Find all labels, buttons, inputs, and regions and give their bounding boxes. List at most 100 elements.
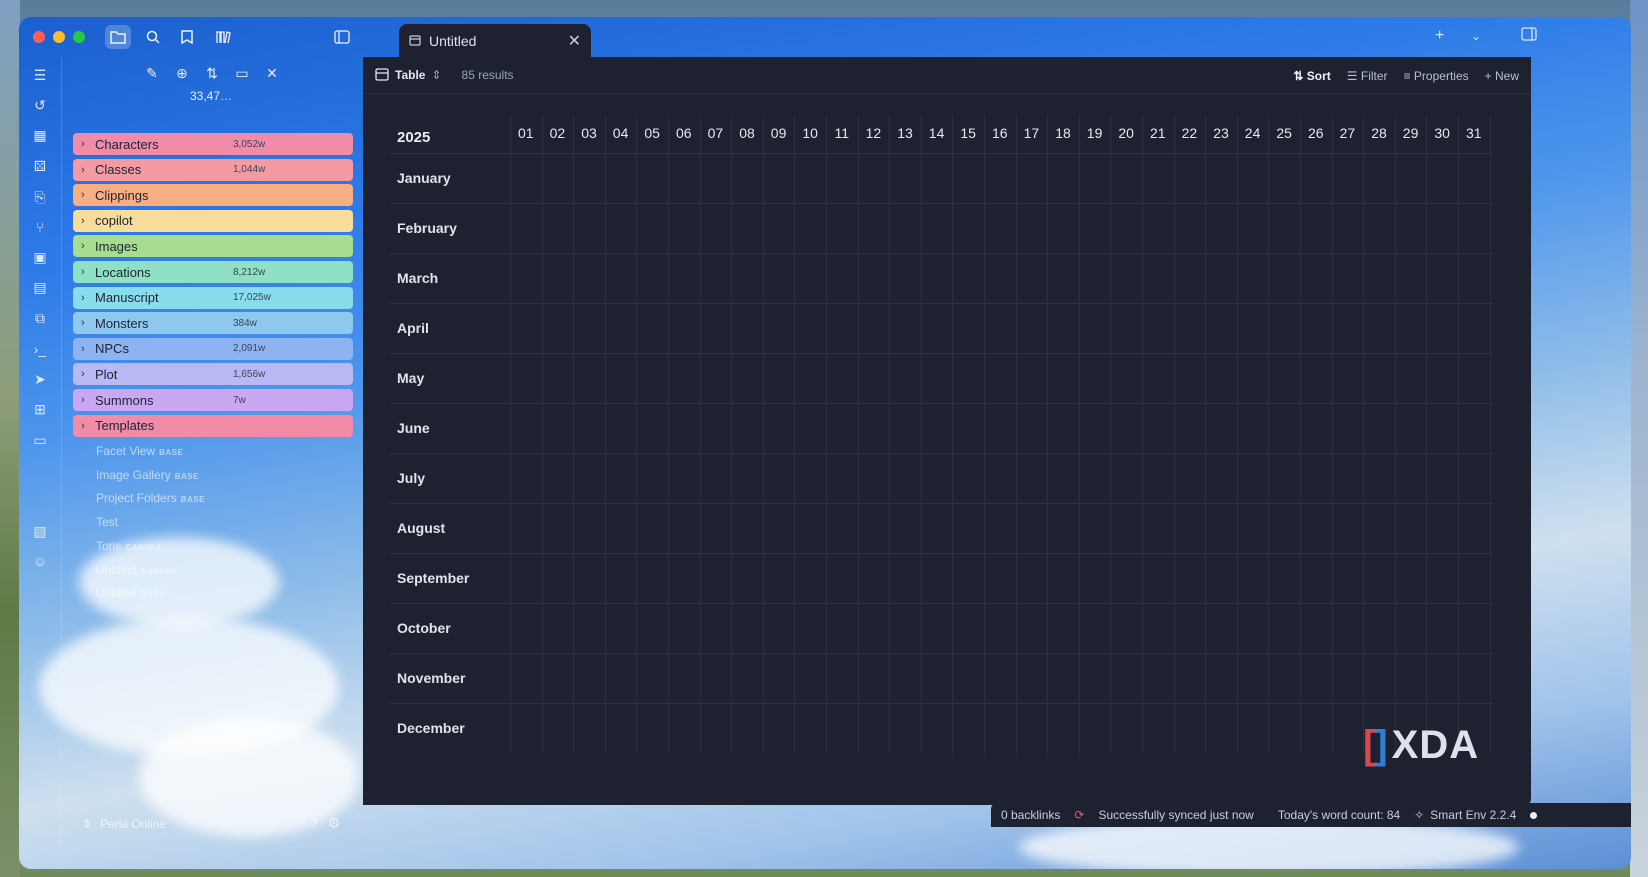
properties-button[interactable]: ≡ Properties — [1404, 69, 1469, 83]
month-row-label[interactable]: November — [397, 670, 465, 686]
month-row-label[interactable]: May — [397, 370, 424, 386]
folder-item[interactable]: › Images — [73, 235, 353, 258]
day-column-header[interactable]: 13 — [889, 125, 921, 141]
day-column-header[interactable]: 25 — [1268, 125, 1300, 141]
folder-item[interactable]: › Plot 1,656w — [73, 363, 353, 386]
day-column-header[interactable]: 19 — [1079, 125, 1111, 141]
zoom-window-button[interactable] — [73, 31, 85, 43]
vault-switcher[interactable]: ⇕ Perla Online — [82, 817, 166, 831]
day-column-header[interactable]: 02 — [542, 125, 574, 141]
day-column-header[interactable]: 09 — [763, 125, 795, 141]
document-search-icon[interactable]: ⎘ — [30, 187, 50, 207]
new-folder-icon[interactable]: ⊕ — [172, 63, 192, 83]
folder-item[interactable]: › copilot — [73, 209, 353, 232]
filter-button[interactable]: ☰ Filter — [1347, 69, 1388, 83]
file-item[interactable]: Image Gallery BASE — [96, 468, 199, 482]
month-row-label[interactable]: July — [397, 470, 425, 486]
day-column-header[interactable]: 20 — [1110, 125, 1142, 141]
day-column-header[interactable]: 16 — [984, 125, 1016, 141]
grid-icon[interactable]: ▣ — [30, 247, 50, 267]
file-item[interactable]: Project Folders BASE — [96, 491, 205, 505]
day-column-header[interactable]: 12 — [858, 125, 890, 141]
file-item[interactable]: Facet View BASE — [96, 444, 183, 458]
day-column-header[interactable]: 07 — [700, 125, 732, 141]
table-icon[interactable]: ⊞ — [30, 399, 50, 419]
new-button[interactable]: + New — [1485, 69, 1519, 83]
folder-item[interactable]: › Clippings — [73, 184, 353, 207]
right-sidebar-toggle-icon[interactable] — [1521, 27, 1537, 46]
month-row-label[interactable]: June — [397, 420, 430, 436]
folder-item[interactable]: › Monsters 384w — [73, 312, 353, 335]
file-item[interactable]: Untitled CANVAS — [96, 563, 177, 577]
folder-item[interactable]: › Templates — [73, 414, 353, 437]
day-column-header[interactable]: 22 — [1174, 125, 1206, 141]
file-item[interactable]: Test — [96, 515, 122, 529]
copy-icon[interactable]: ⧉ — [30, 308, 50, 328]
chat-icon[interactable]: ▭ — [30, 430, 50, 450]
map-icon[interactable]: ▦ — [30, 125, 50, 145]
dice-icon[interactable]: ⚄ — [30, 156, 50, 176]
sidebar-toggle-icon[interactable] — [329, 25, 355, 49]
day-column-header[interactable]: 27 — [1332, 125, 1364, 141]
sort-button[interactable]: ⇅ Sort — [1293, 69, 1330, 83]
day-column-header[interactable]: 21 — [1142, 125, 1174, 141]
collapse-all-icon[interactable]: ▭ — [232, 63, 252, 83]
sync-icon[interactable]: ⟳ — [1074, 808, 1084, 822]
sort-icon[interactable]: ⇅ — [202, 63, 222, 83]
folder-item[interactable]: › Locations 8,212w — [73, 261, 353, 283]
graph-icon[interactable]: ⑂ — [30, 217, 50, 237]
day-column-header[interactable]: 30 — [1426, 125, 1458, 141]
day-column-header[interactable]: 26 — [1300, 125, 1332, 141]
tab-untitled[interactable]: Untitled ✕ — [399, 24, 591, 58]
terminal-icon[interactable]: ›_ — [30, 339, 50, 359]
smile-icon[interactable]: ☺ — [30, 551, 50, 571]
day-column-header[interactable]: 17 — [1016, 125, 1048, 141]
month-row-label[interactable]: October — [397, 620, 451, 636]
day-column-header[interactable]: 10 — [794, 125, 826, 141]
day-column-header[interactable]: 18 — [1047, 125, 1079, 141]
send-icon[interactable]: ➤ — [30, 369, 50, 389]
day-column-header[interactable]: 24 — [1237, 125, 1269, 141]
day-column-header[interactable]: 01 — [510, 125, 542, 141]
day-column-header[interactable]: 05 — [636, 125, 668, 141]
day-column-header[interactable]: 11 — [826, 125, 858, 141]
day-column-header[interactable]: 23 — [1205, 125, 1237, 141]
folder-icon[interactable] — [105, 25, 131, 49]
month-row-label[interactable]: December — [397, 720, 465, 736]
chart-icon[interactable]: ▧ — [30, 521, 50, 541]
month-row-label[interactable]: September — [397, 570, 469, 586]
close-icon[interactable]: ✕ — [568, 31, 581, 51]
view-selector[interactable]: Table ⇕ — [375, 67, 442, 84]
new-tab-icon[interactable]: + — [1435, 27, 1444, 45]
chevron-down-icon[interactable]: ⌄ — [1471, 29, 1481, 43]
day-column-header[interactable]: 15 — [952, 125, 984, 141]
search-icon[interactable] — [140, 25, 166, 49]
history-icon[interactable]: ↺ — [30, 95, 50, 115]
month-row-label[interactable]: August — [397, 520, 445, 536]
backlinks-status[interactable]: 0 backlinks — [1001, 808, 1060, 822]
day-column-header[interactable]: 14 — [921, 125, 953, 141]
new-note-icon[interactable]: ✎ — [142, 63, 162, 83]
smart-env-status[interactable]: Smart Env 2.2.4 — [1430, 808, 1516, 822]
day-column-header[interactable]: 28 — [1363, 125, 1395, 141]
folder-item[interactable]: › Classes 1,044w — [73, 158, 353, 181]
minimize-window-button[interactable] — [53, 31, 65, 43]
folder-item[interactable]: › Summons 7w — [73, 389, 353, 411]
outline-icon[interactable]: ☰ — [30, 65, 50, 85]
month-row-label[interactable]: April — [397, 320, 429, 336]
folder-item[interactable]: › Manuscript 17,025w — [73, 286, 353, 309]
day-column-header[interactable]: 31 — [1458, 125, 1490, 141]
day-column-header[interactable]: 06 — [668, 125, 700, 141]
gear-icon[interactable]: ⚙ — [328, 815, 341, 832]
library-icon[interactable] — [211, 25, 237, 49]
file-item[interactable]: Toris CANVAS — [96, 539, 162, 553]
month-row-label[interactable]: March — [397, 270, 438, 286]
month-row-label[interactable]: January — [397, 170, 451, 186]
day-column-header[interactable]: 03 — [573, 125, 605, 141]
day-column-header[interactable]: 29 — [1395, 125, 1427, 141]
folder-item[interactable]: › Characters 3,052w — [73, 133, 353, 155]
close-window-button[interactable] — [33, 31, 45, 43]
day-column-header[interactable]: 08 — [731, 125, 763, 141]
help-icon[interactable]: ? — [310, 815, 318, 832]
month-row-label[interactable]: February — [397, 220, 457, 236]
